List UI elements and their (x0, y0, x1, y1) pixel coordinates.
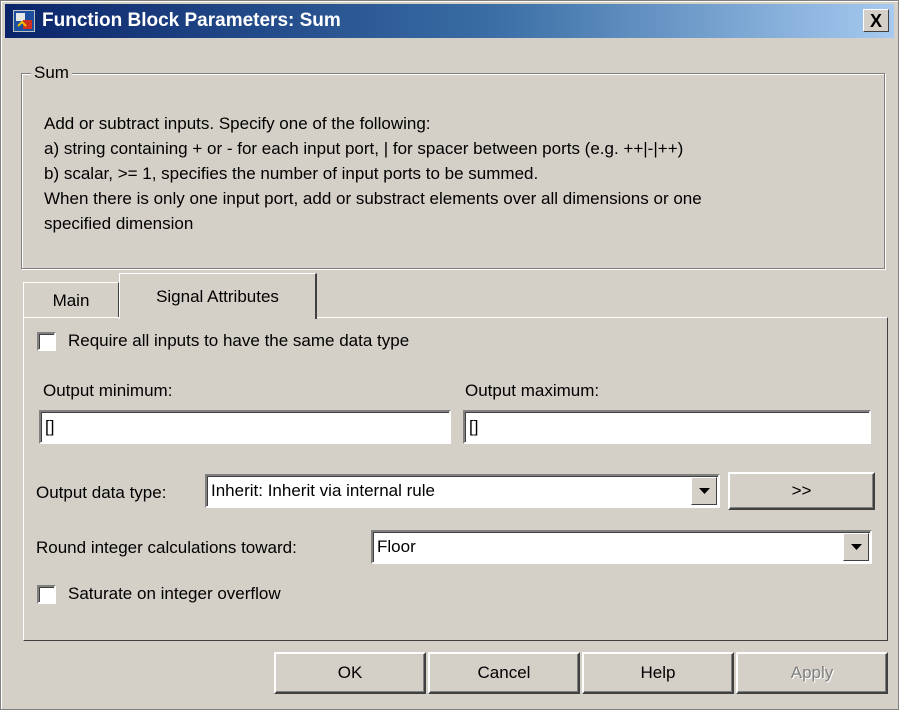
round-integer-value: Floor (377, 537, 416, 556)
data-type-assistant-button[interactable]: >> (728, 472, 875, 510)
window-title: Function Block Parameters: Sum (42, 10, 341, 31)
tab-signal-attributes[interactable]: Signal Attributes (119, 273, 317, 319)
require-same-type-label: Require all inputs to have the same data… (68, 331, 410, 350)
round-integer-label: Round integer calculations toward: (36, 538, 297, 557)
require-same-type-row[interactable]: Require all inputs to have the same data… (37, 331, 409, 351)
simulink-block-icon (13, 10, 35, 32)
close-button[interactable]: X (863, 9, 889, 32)
apply-button[interactable]: Apply (736, 652, 888, 694)
output-data-type-value: Inherit: Inherit via internal rule (211, 481, 435, 500)
output-max-label: Output maximum: (465, 381, 600, 400)
ok-button-label: OK (337, 663, 363, 682)
cancel-button-label: Cancel (477, 663, 531, 682)
close-icon: X (869, 10, 882, 31)
cancel-button[interactable]: Cancel (428, 652, 580, 694)
dropdown-arrow-icon[interactable] (691, 477, 717, 505)
help-button[interactable]: Help (582, 652, 734, 694)
title-bar[interactable]: Function Block Parameters: Sum X (5, 4, 894, 38)
description-line: specified dimension (44, 214, 194, 233)
description-line: When there is only one input port, add o… (44, 189, 702, 208)
description-line: a) string containing + or - for each inp… (44, 139, 684, 158)
dialog-window: Function Block Parameters: Sum X Sum Add… (0, 0, 899, 710)
ok-button[interactable]: OK (274, 652, 426, 694)
help-button-label: Help (640, 663, 676, 682)
saturate-checkbox[interactable] (37, 584, 56, 604)
output-max-input[interactable]: [] (463, 410, 871, 444)
require-same-type-checkbox[interactable] (37, 331, 56, 351)
output-min-label: Output minimum: (43, 381, 173, 400)
description-line: b) scalar, >= 1, specifies the number of… (44, 164, 539, 183)
tab-main[interactable]: Main (23, 282, 119, 318)
output-data-type-label: Output data type: (36, 483, 167, 502)
saturate-label: Saturate on integer overflow (68, 584, 281, 603)
apply-button-label: Apply (790, 663, 834, 682)
description-line: Add or subtract inputs. Specify one of t… (44, 114, 431, 133)
dropdown-arrow-icon[interactable] (843, 533, 869, 561)
output-min-input[interactable]: [] (39, 410, 451, 444)
tab-signal-attributes-label: Signal Attributes (156, 286, 279, 306)
groupbox-legend: Sum (31, 63, 72, 83)
saturate-row[interactable]: Saturate on integer overflow (37, 584, 281, 604)
block-description: Add or subtract inputs. Specify one of t… (44, 111, 884, 236)
output-data-type-select[interactable]: Inherit: Inherit via internal rule (205, 474, 720, 508)
round-integer-select[interactable]: Floor (371, 530, 872, 564)
data-type-assistant-label: >> (791, 481, 812, 500)
tab-main-label: Main (52, 290, 90, 310)
